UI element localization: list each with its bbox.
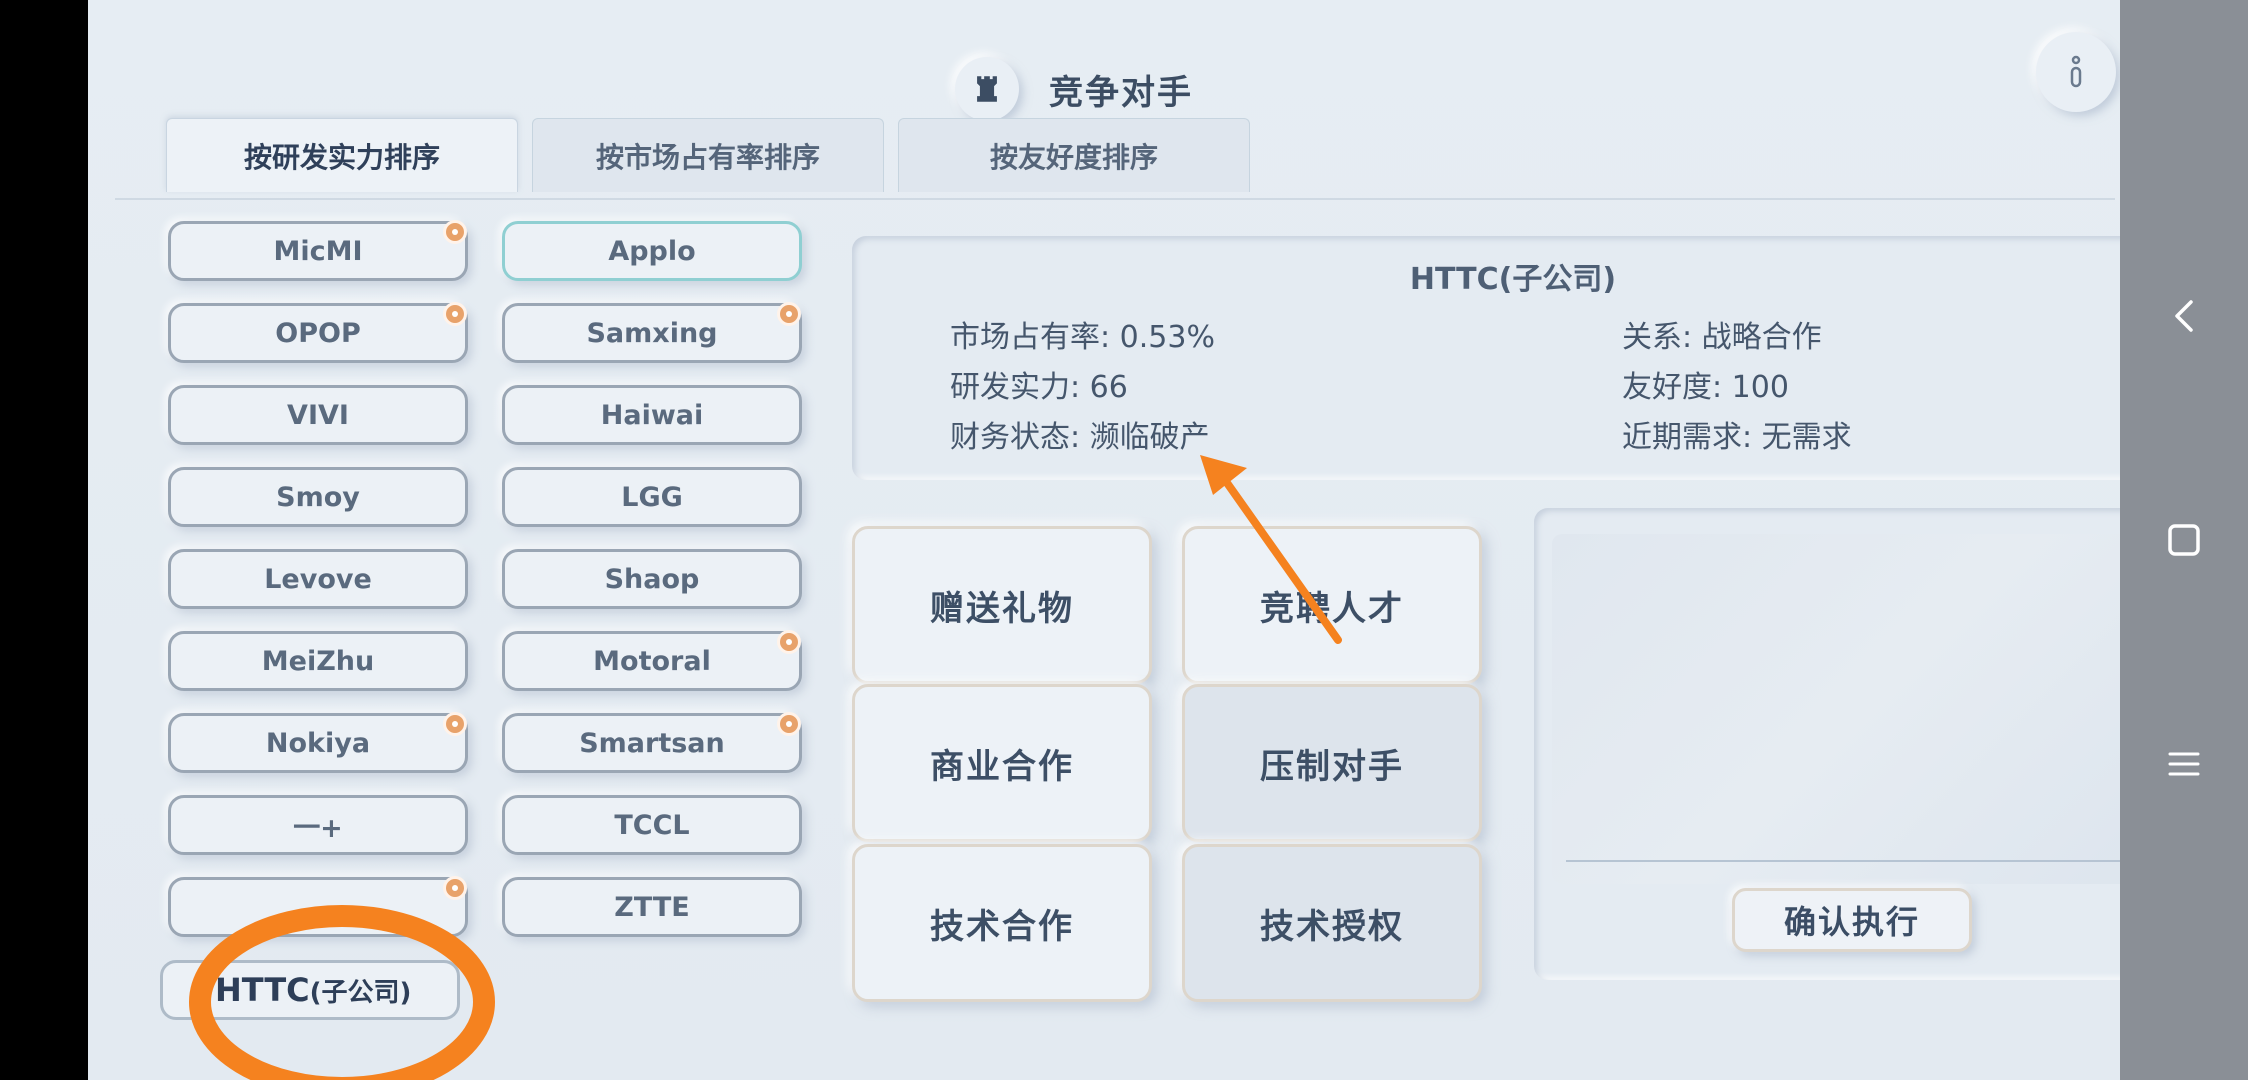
competitor-name: Smartsan xyxy=(579,727,725,759)
info-relation: 关系: 战略合作 xyxy=(1622,320,1822,355)
competitor-name: Smoy xyxy=(276,481,360,513)
page-title: 竞争对手 xyxy=(1049,72,1193,113)
info-demand: 近期需求: 无需求 xyxy=(1622,420,1852,455)
competitor-item[interactable]: MeiZhu xyxy=(168,631,468,691)
competitor-item[interactable]: Samxing xyxy=(502,302,802,363)
competitor-name: VIVI xyxy=(287,399,349,431)
home-button[interactable] xyxy=(2120,500,2248,580)
confirm-button[interactable]: 确认执行 xyxy=(1732,888,1972,952)
tab-rd-power[interactable]: 按研发实力排序 xyxy=(166,118,518,192)
competitor-item[interactable]: Shaop xyxy=(502,549,802,609)
competitor-item[interactable]: Smoy xyxy=(168,467,468,527)
competitor-item[interactable]: Nokiya xyxy=(168,712,468,773)
system-nav-bar xyxy=(2120,0,2248,1080)
competitor-item[interactable]: ZTTE xyxy=(502,877,802,937)
competitor-name: Nokiya xyxy=(265,727,371,759)
competitor-info-panel: HTTC(子公司) 市场占有率: 0.53% 研发实力: 66 财务状态: 濒临… xyxy=(852,236,2174,480)
competitor-item[interactable]: VIVI xyxy=(168,385,468,445)
competitor-name: MeiZhu xyxy=(261,645,375,677)
action-button[interactable]: 竞聘人才 xyxy=(1182,526,1482,684)
competitor-item[interactable] xyxy=(168,876,468,937)
competitor-name: LGG xyxy=(621,481,683,513)
notification-badge-icon xyxy=(777,630,801,654)
competitor-item[interactable]: LGG xyxy=(502,467,802,527)
rook-icon xyxy=(955,57,1019,121)
competitor-item[interactable]: 一+ xyxy=(168,795,468,855)
competitor-item[interactable]: Applo xyxy=(502,221,802,281)
notification-badge-icon xyxy=(443,876,467,900)
competitor-name: TCCL xyxy=(614,809,690,841)
competitor-name: OPOP xyxy=(275,317,361,349)
action-button[interactable]: 商业合作 xyxy=(852,684,1152,842)
competitor-item[interactable]: TCCL xyxy=(502,795,802,855)
competitor-item[interactable]: Levove xyxy=(168,549,468,609)
back-icon xyxy=(2175,300,2193,332)
competitor-name: Motoral xyxy=(593,645,711,677)
action-button[interactable]: 压制对手 xyxy=(1182,684,1482,842)
action-button[interactable]: 技术授权 xyxy=(1182,844,1482,1002)
tab-market-share[interactable]: 按市场占有率排序 xyxy=(532,118,884,192)
competitor-name: HTTC xyxy=(215,971,310,1009)
competitor-name: MicMI xyxy=(273,235,363,267)
tab-divider xyxy=(115,198,2115,200)
action-detail-panel: 确认执行 xyxy=(1534,508,2174,980)
info-market-share: 市场占有率: 0.53% xyxy=(950,320,1215,355)
competitor-item[interactable]: Motoral xyxy=(502,630,802,691)
competitor-name: Levove xyxy=(264,563,372,595)
tab-label: 按研发实力排序 xyxy=(243,140,440,174)
tab-label: 按市场占有率排序 xyxy=(595,140,820,174)
recents-button[interactable] xyxy=(2120,724,2248,804)
notification-badge-icon xyxy=(777,302,801,326)
competitor-item[interactable]: Haiwai xyxy=(502,385,802,445)
tab-label: 按友好度排序 xyxy=(989,140,1158,174)
info-button[interactable] xyxy=(2036,32,2116,112)
detail-divider xyxy=(1566,860,2138,862)
competitor-name: Applo xyxy=(608,235,696,267)
notification-badge-icon xyxy=(443,712,467,736)
notification-badge-icon xyxy=(443,220,467,244)
competitor-item[interactable]: MicMI xyxy=(168,220,468,281)
competitor-name: ZTTE xyxy=(614,891,690,923)
info-finance: 财务状态: 濒临破产 xyxy=(950,420,1210,455)
competitor-name: Shaop xyxy=(604,563,700,595)
competitor-name: Samxing xyxy=(586,317,718,349)
title-bar: 竞争对手 xyxy=(955,54,1193,124)
action-button[interactable]: 赠送礼物 xyxy=(852,526,1152,684)
back-button[interactable] xyxy=(2120,276,2248,356)
competitor-name: 一+ xyxy=(293,812,343,844)
competitor-item[interactable]: Smartsan xyxy=(502,712,802,773)
info-company-name: HTTC(子公司) xyxy=(1409,262,1617,297)
info-friendliness: 友好度: 100 xyxy=(1622,370,1789,405)
notification-badge-icon xyxy=(443,302,467,326)
notification-badge-icon xyxy=(777,712,801,736)
action-detail-area xyxy=(1552,534,2152,884)
tab-friendliness[interactable]: 按友好度排序 xyxy=(898,118,1250,192)
info-rd-power: 研发实力: 66 xyxy=(950,370,1128,405)
competitor-item[interactable]: OPOP xyxy=(168,302,468,363)
info-icon xyxy=(2070,55,2082,88)
competitor-name: Haiwai xyxy=(600,399,704,431)
competitor-item-httc[interactable]: HTTC (子公司) xyxy=(160,960,460,1020)
home-icon xyxy=(2168,524,2200,556)
competitor-suffix: (子公司) xyxy=(309,977,412,1008)
action-button[interactable]: 技术合作 xyxy=(852,844,1152,1002)
menu-icon xyxy=(2168,752,2200,776)
